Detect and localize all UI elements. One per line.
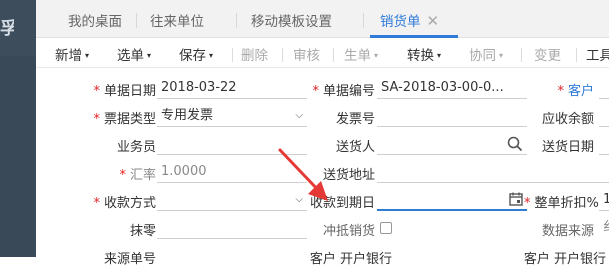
app-sidebar: 孚 <box>0 0 36 257</box>
annotation-arrow <box>278 148 328 201</box>
main-area: 我的桌面 往来单位 移动模板设置 销货单 ✕ 新增 ▾ 选单 ▾ 保存 ▾ 删除 审核 … <box>36 0 609 267</box>
sidebar-panel <box>0 56 36 257</box>
sidebar-glyph: 孚 <box>0 19 14 39</box>
